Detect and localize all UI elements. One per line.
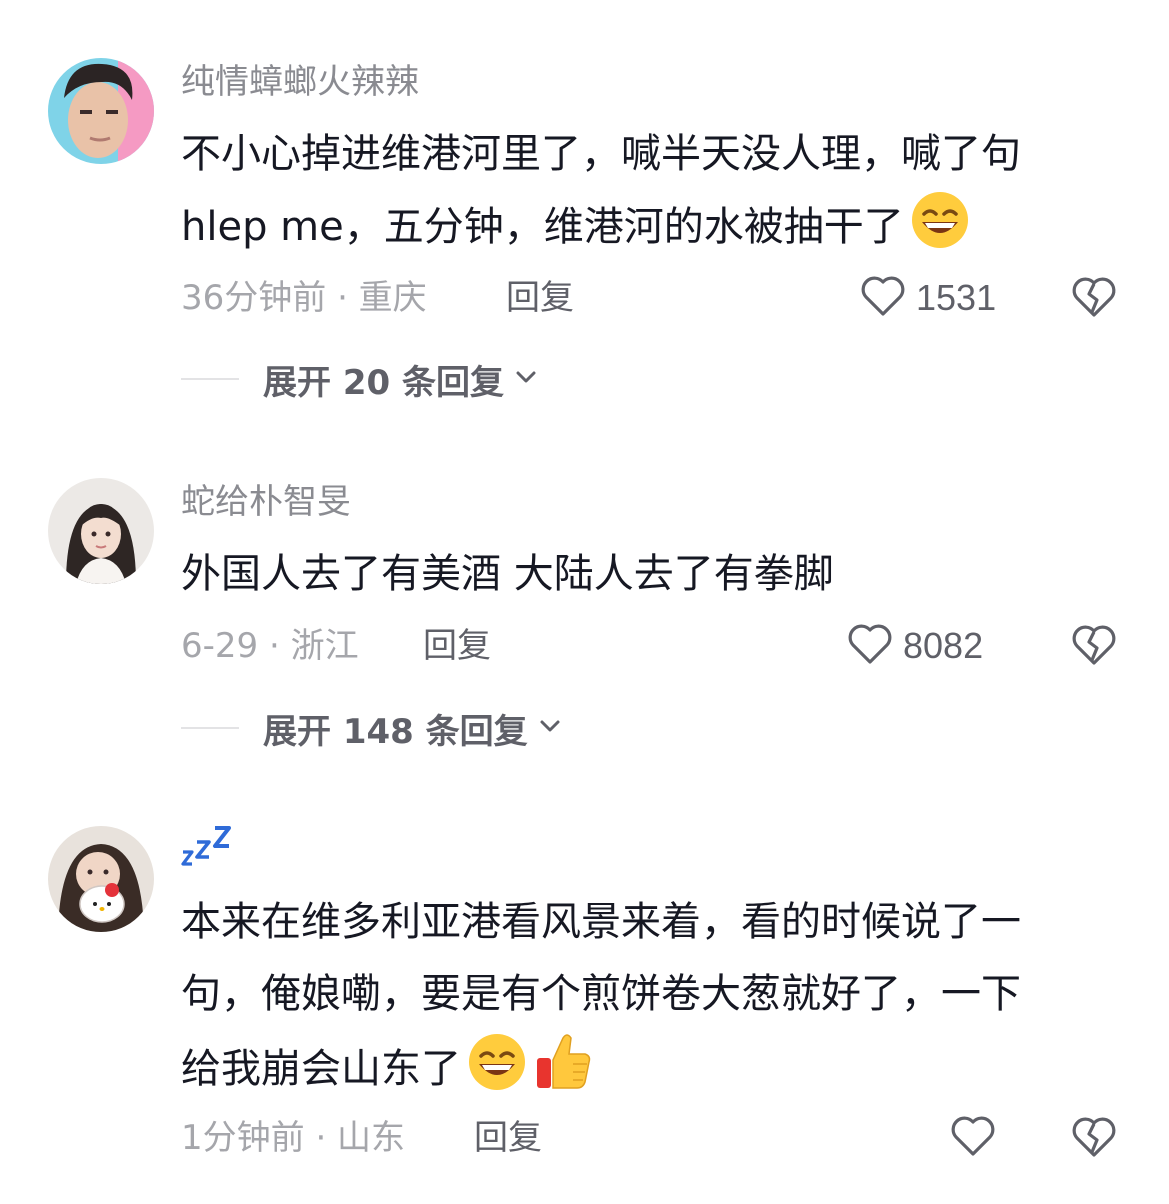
- like-button[interactable]: 8082: [847, 622, 983, 670]
- reply-button[interactable]: 回复: [423, 624, 491, 668]
- grin-emoji-icon: [910, 190, 970, 273]
- thumbs-up-icon: [533, 1030, 595, 1115]
- comment-text: 本来在维多利亚港看风景来着，看的时候说了一 句，俺娘嘞，要是有个煎饼卷大葱就好了…: [181, 886, 1121, 1115]
- dislike-button[interactable]: [1071, 276, 1117, 322]
- expand-replies-button[interactable]: 展开 148 条回复: [181, 706, 562, 752]
- like-button[interactable]: 1531: [860, 274, 996, 322]
- chevron-down-icon: [538, 718, 562, 738]
- expand-replies-button[interactable]: 展开 20 条回复: [181, 357, 538, 403]
- avatar[interactable]: [48, 58, 154, 164]
- expand-replies-label: 展开 148 条回复: [263, 711, 528, 752]
- like-count: 1531: [916, 277, 997, 318]
- reply-button[interactable]: 回复: [506, 276, 574, 320]
- dislike-button[interactable]: [1071, 624, 1117, 670]
- divider: [181, 378, 239, 380]
- username[interactable]: 蛇给朴智旻: [181, 480, 351, 524]
- comment-text: 外国人去了有美酒 大陆人去了有拳脚: [181, 551, 834, 597]
- divider: [181, 727, 239, 729]
- time-location: 6-29 · 浙江: [181, 626, 359, 666]
- broken-heart-icon: [1071, 277, 1117, 322]
- grin-emoji-icon: [467, 1032, 527, 1115]
- username[interactable]: 纯情蟑螂火辣辣: [181, 60, 419, 104]
- time-location: 1分钟前 · 山东: [181, 1118, 406, 1158]
- chevron-down-icon: [514, 369, 538, 389]
- comment-text: 不小心掉进维港河里了，喊半天没人理，喊了句 hlep me，五分钟，维港河的水被…: [181, 118, 1121, 273]
- avatar[interactable]: [48, 826, 154, 932]
- reply-button[interactable]: 回复: [474, 1116, 542, 1160]
- heart-outline-icon: [950, 1115, 996, 1161]
- avatar[interactable]: [48, 478, 154, 584]
- heart-outline-icon: [847, 623, 893, 669]
- time-location: 36分钟前 · 重庆: [181, 278, 427, 318]
- heart-outline-icon: [860, 275, 906, 321]
- like-button[interactable]: [950, 1114, 1006, 1162]
- zzz-sleep-icon: [181, 826, 235, 881]
- broken-heart-icon: [1071, 1117, 1117, 1162]
- like-count: 8082: [903, 625, 984, 666]
- broken-heart-icon: [1071, 625, 1117, 670]
- expand-replies-label: 展开 20 条回复: [263, 362, 504, 403]
- dislike-button[interactable]: [1071, 1116, 1117, 1162]
- username[interactable]: [181, 822, 235, 883]
